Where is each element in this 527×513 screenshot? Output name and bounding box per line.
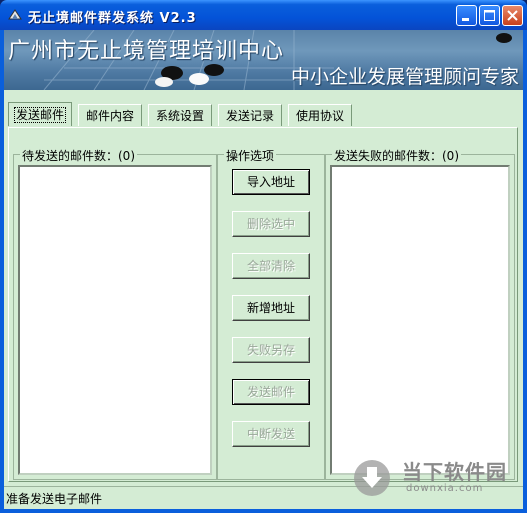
failed-address-list[interactable] bbox=[330, 165, 510, 475]
pending-address-list[interactable] bbox=[18, 165, 212, 475]
close-icon bbox=[507, 10, 518, 21]
tab-label: 发送记录 bbox=[225, 109, 274, 123]
download-arrow-icon bbox=[354, 460, 390, 496]
app-icon[interactable] bbox=[7, 7, 23, 23]
tab-usage-agreement[interactable]: 使用协议 bbox=[288, 104, 352, 126]
pending-count-label: 待发送的邮件数：(0) bbox=[20, 147, 137, 164]
watermark: 当下软件园 downxia.com bbox=[350, 454, 520, 504]
window-frame: 广州市无止境管理培训中心 中小企业发展管理顾问专家 发送邮件 邮件内容 系统设置… bbox=[0, 30, 527, 513]
tab-system-settings[interactable]: 系统设置 bbox=[148, 104, 212, 126]
tab-label: 邮件内容 bbox=[85, 109, 134, 123]
save-failed-button[interactable]: 失败另存 bbox=[232, 337, 310, 363]
tab-mail-content[interactable]: 邮件内容 bbox=[78, 104, 142, 126]
maximize-button[interactable] bbox=[479, 5, 500, 26]
tab-label: 系统设置 bbox=[155, 109, 204, 123]
watermark-cn-text: 当下软件园 bbox=[402, 460, 507, 484]
app-window: 无止境邮件群发系统 V2.3 广州市无止境管理培训中心 中小企业发展管理顾问专家… bbox=[0, 0, 527, 513]
failed-group: 发送失败的邮件数：(0) bbox=[325, 147, 515, 480]
add-address-button[interactable]: 新增地址 bbox=[232, 295, 310, 321]
operations-label: 操作选项 bbox=[224, 147, 277, 164]
client-area: 广州市无止境管理培训中心 中小企业发展管理顾问专家 发送邮件 邮件内容 系统设置… bbox=[4, 30, 523, 509]
pending-group: 待发送的邮件数：(0) bbox=[13, 147, 217, 480]
maximize-icon bbox=[484, 10, 495, 21]
stop-sending-button[interactable]: 中断发送 bbox=[232, 421, 310, 447]
delete-selected-button[interactable]: 删除选中 bbox=[232, 211, 310, 237]
send-mail-panel: 待发送的邮件数：(0) 操作选项 导入地址 删除选中 全部清除 新增地址 失败另… bbox=[8, 127, 518, 482]
banner-subtitle: 中小企业发展管理顾问专家 bbox=[290, 66, 519, 88]
window-title: 无止境邮件群发系统 V2.3 bbox=[28, 11, 197, 26]
send-mail-button[interactable]: 发送邮件 bbox=[232, 379, 310, 405]
clear-all-button[interactable]: 全部清除 bbox=[232, 253, 310, 279]
watermark-en-text: downxia.com bbox=[406, 483, 484, 494]
minimize-button[interactable] bbox=[456, 5, 477, 26]
operations-group: 操作选项 导入地址 删除选中 全部清除 新增地址 失败另存 发送邮件 中断发送 bbox=[217, 147, 325, 480]
close-button[interactable] bbox=[502, 5, 523, 26]
tab-label: 使用协议 bbox=[295, 109, 344, 123]
banner: 广州市无止境管理培训中心 中小企业发展管理顾问专家 bbox=[4, 30, 523, 90]
import-address-button[interactable]: 导入地址 bbox=[232, 169, 310, 195]
banner-title: 广州市无止境管理培训中心 bbox=[8, 39, 285, 64]
minimize-icon bbox=[462, 18, 469, 21]
tab-send-records[interactable]: 发送记录 bbox=[218, 104, 282, 126]
tab-send-mail[interactable]: 发送邮件 bbox=[8, 102, 72, 126]
title-bar[interactable]: 无止境邮件群发系统 V2.3 bbox=[0, 0, 527, 30]
failed-count-label: 发送失败的邮件数：(0) bbox=[332, 147, 461, 164]
status-text: 准备发送电子邮件 bbox=[6, 492, 103, 506]
tab-label: 发送邮件 bbox=[13, 107, 66, 123]
